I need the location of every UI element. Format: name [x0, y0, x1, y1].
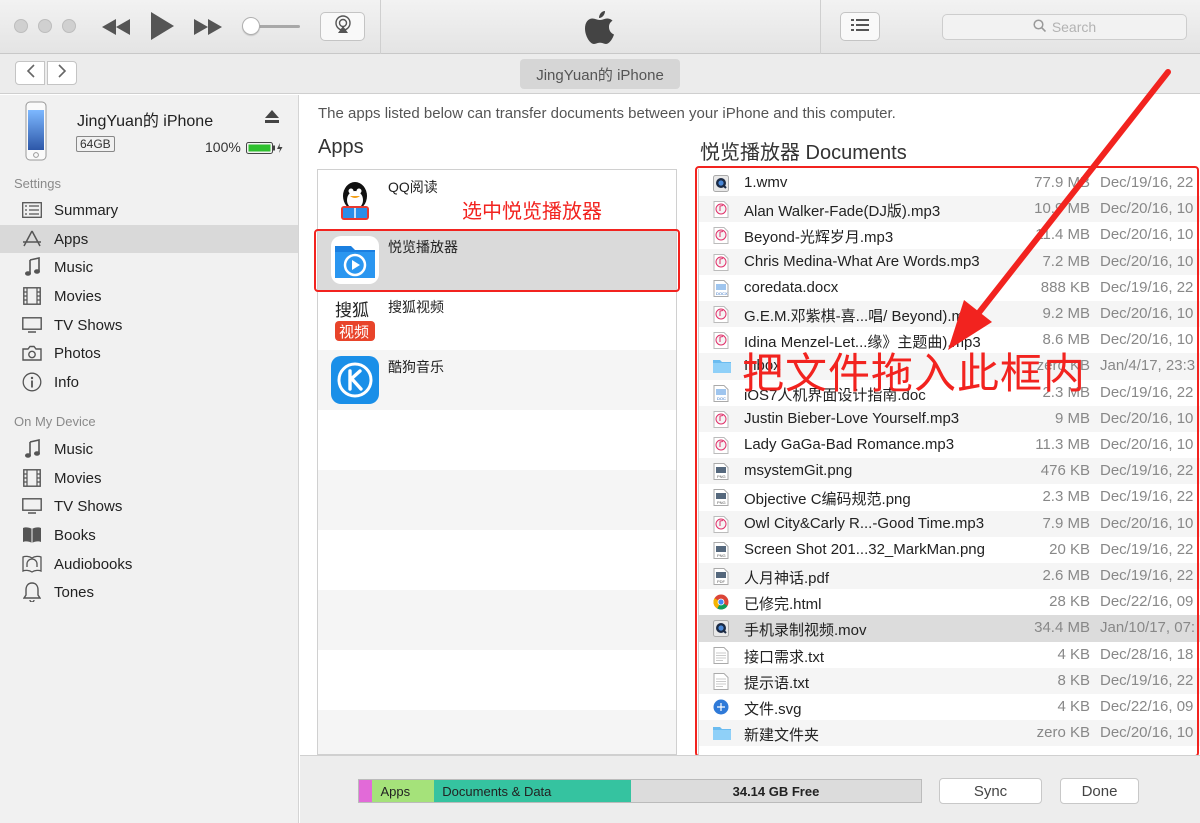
- storage-segment-label: Documents & Data: [442, 783, 552, 799]
- sidebar-item-label: TV Shows: [54, 497, 123, 515]
- toolbar-divider: [380, 0, 381, 54]
- zoom-window-button[interactable]: [62, 19, 76, 33]
- app-row-sohu-video[interactable]: 搜狐 视频 搜狐视频: [318, 290, 676, 350]
- sidebar: JingYuan的 iPhone 64GB 100% Settings Summ…: [0, 95, 299, 823]
- qq-reader-app-icon: [331, 176, 379, 224]
- fast-forward-icon[interactable]: [192, 14, 224, 40]
- chevron-right-icon: [57, 63, 67, 83]
- apps-column-title: Apps: [318, 136, 364, 158]
- bell-icon: [22, 582, 42, 602]
- forward-button[interactable]: [47, 61, 77, 85]
- app-row-kugou-music[interactable]: 酷狗音乐: [318, 350, 676, 410]
- volume-slider-knob[interactable]: [242, 17, 260, 35]
- sidebar-item-label: Music: [54, 258, 94, 276]
- sidebar-item-device-tones[interactable]: Tones: [0, 578, 298, 606]
- battery-charging-icon: [246, 141, 284, 159]
- play-icon[interactable]: [148, 11, 176, 41]
- movies-icon: [22, 286, 42, 306]
- sidebar-item-label: Photos: [54, 344, 101, 362]
- sidebar-item-label: Apps: [54, 230, 89, 248]
- list-view-button[interactable]: [840, 12, 880, 41]
- sidebar-item-device-music[interactable]: Music: [0, 435, 298, 463]
- apple-logo-icon: [584, 8, 616, 46]
- music-icon: [22, 439, 42, 459]
- device-title-button[interactable]: JingYuan的 iPhone: [520, 59, 680, 89]
- sidebar-item-label: Audiobooks: [54, 555, 133, 573]
- storage-segment: 34.14 GB Free: [630, 780, 921, 802]
- sync-button[interactable]: Sync: [939, 778, 1042, 804]
- airplay-button[interactable]: [320, 12, 365, 41]
- sidebar-item-device-audiobooks[interactable]: Audiobooks: [0, 550, 298, 578]
- documents-column-title: 悦览播放器 Documents: [700, 142, 907, 164]
- sidebar-item-device-books[interactable]: Books: [0, 521, 298, 549]
- sidebar-item-device-movies[interactable]: Movies: [0, 464, 298, 492]
- device-name: JingYuan的 iPhone: [77, 113, 214, 130]
- sidebar-item-label: TV Shows: [54, 316, 123, 334]
- battery-percent: 100%: [205, 139, 241, 155]
- on-my-device-section-header: On My Device: [14, 414, 96, 429]
- svg-text:视频: 视频: [339, 323, 369, 341]
- books-icon: [22, 525, 42, 545]
- sidebar-item-label: Info: [54, 373, 80, 391]
- sidebar-item-label: Music: [54, 440, 94, 458]
- sidebar-item-photos[interactable]: Photos: [0, 339, 298, 367]
- sidebar-item-label: Movies: [54, 469, 102, 487]
- sidebar-item-label: Tones: [54, 583, 95, 601]
- device-capacity: 64GB: [76, 136, 115, 152]
- minimize-window-button[interactable]: [38, 19, 52, 33]
- search-placeholder: Search: [1051, 19, 1097, 35]
- close-window-button[interactable]: [14, 19, 28, 33]
- svg-text:搜狐: 搜狐: [335, 301, 369, 321]
- storage-segment-label: 34.14 GB Free: [732, 783, 820, 799]
- tv-icon: [22, 496, 42, 516]
- select-app-annotation: 选中悦览播放器: [462, 201, 602, 223]
- music-icon: [22, 257, 42, 277]
- rewind-icon[interactable]: [100, 14, 132, 40]
- sidebar-item-apps[interactable]: Apps: [0, 225, 298, 253]
- camera-icon: [22, 343, 42, 363]
- kugou-music-app-icon: [331, 356, 379, 404]
- search-field[interactable]: Search: [942, 14, 1187, 40]
- storage-segment: Documents & Data: [434, 780, 631, 802]
- tv-icon: [22, 315, 42, 335]
- app-name: QQ阅读: [388, 179, 438, 195]
- search-icon: [1033, 19, 1046, 35]
- storage-capacity-bar: Apps Documents & Data 34.14 GB Free: [358, 779, 922, 803]
- eject-icon[interactable]: [265, 110, 279, 128]
- red-arrow-icon: [948, 69, 1171, 350]
- storage-segment: Apps: [372, 780, 435, 802]
- sohu-video-app-icon: 搜狐 视频: [331, 296, 379, 344]
- sidebar-item-music[interactable]: Music: [0, 253, 298, 281]
- toolbar: Search: [0, 0, 1200, 54]
- audiobooks-icon: [22, 554, 42, 574]
- iphone-device-icon: [25, 101, 47, 161]
- sidebar-item-label: Summary: [54, 201, 119, 219]
- sidebar-item-movies[interactable]: Movies: [0, 282, 298, 310]
- done-button[interactable]: Done: [1060, 778, 1139, 804]
- sidebar-item-device-tv-shows[interactable]: TV Shows: [0, 492, 298, 520]
- storage-segment-label: Apps: [380, 783, 411, 799]
- sidebar-item-tv-shows[interactable]: TV Shows: [0, 311, 298, 339]
- app-name: 搜狐视频: [388, 299, 444, 315]
- summary-icon: [22, 200, 42, 220]
- toolbar-divider: [820, 0, 821, 54]
- app-name: 酷狗音乐: [388, 359, 444, 375]
- movies-icon: [22, 468, 42, 488]
- sidebar-item-label: Books: [54, 526, 96, 544]
- chevron-left-icon: [26, 63, 35, 83]
- apps-icon: [22, 229, 42, 249]
- storage-segment: [359, 780, 373, 802]
- back-button[interactable]: [15, 61, 45, 85]
- file-sharing-description: The apps listed below can transfer docum…: [318, 105, 896, 122]
- airplay-icon: [334, 15, 352, 38]
- sidebar-item-info[interactable]: Info: [0, 368, 298, 396]
- settings-section-header: Settings: [14, 176, 61, 191]
- info-icon: [22, 372, 42, 392]
- selected-app-highlight-box: [314, 229, 680, 292]
- bottom-bar: Apps Documents & Data 34.14 GB Free Sync D…: [300, 755, 1200, 823]
- sidebar-item-label: Movies: [54, 287, 102, 305]
- list-view-icon: [851, 18, 869, 36]
- sidebar-item-summary[interactable]: Summary: [0, 196, 298, 224]
